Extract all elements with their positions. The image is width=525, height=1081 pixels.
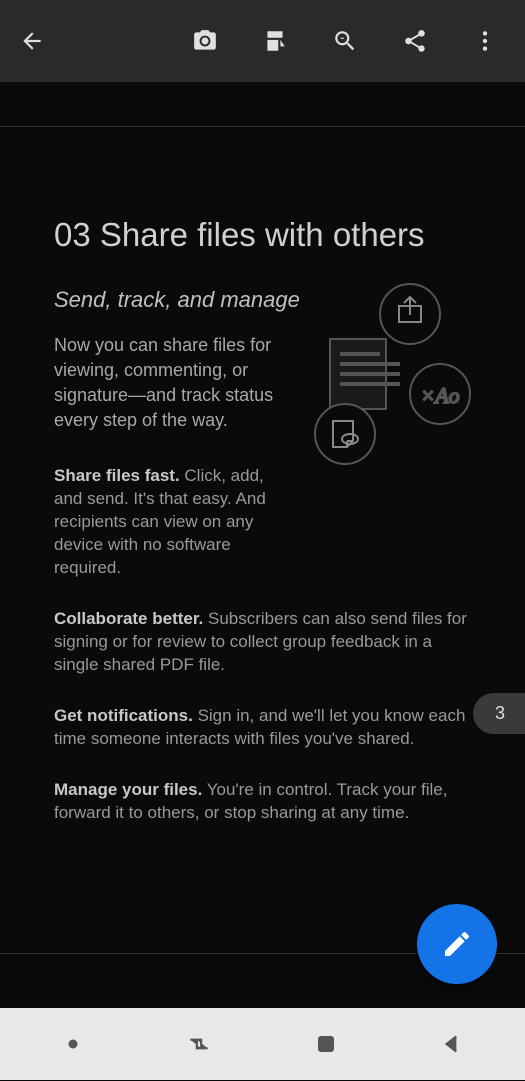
- dot-icon: [68, 1039, 78, 1049]
- search-button[interactable]: [331, 27, 359, 55]
- home-icon: [314, 1032, 338, 1056]
- paragraph-notifications: Get notifications. Sign in, and we'll le…: [54, 705, 471, 751]
- svg-text:×Ao: ×Ao: [420, 383, 459, 408]
- nav-home-button[interactable]: [306, 1024, 346, 1064]
- share-icon: [402, 28, 428, 54]
- paragraph-share-fast: Share files fast. Click, add, and send. …: [54, 465, 284, 580]
- more-options-button[interactable]: [471, 27, 499, 55]
- page-view-button[interactable]: [261, 27, 289, 55]
- pencil-icon: [441, 928, 473, 960]
- back-arrow-icon: [19, 28, 45, 54]
- more-vertical-icon: [472, 28, 498, 54]
- section-title-text: Share files with others: [100, 216, 425, 253]
- nav-recents-button[interactable]: [179, 1024, 219, 1064]
- app-toolbar: [0, 0, 525, 82]
- edit-fab-button[interactable]: [417, 904, 497, 984]
- system-nav-bar: [0, 1008, 525, 1080]
- paragraph-collaborate: Collaborate better. Subscribers can also…: [54, 608, 471, 677]
- section-title: 03 Share files with others: [54, 215, 471, 255]
- back-icon: [439, 1031, 465, 1057]
- page-view-icon: [262, 28, 288, 54]
- back-button[interactable]: [18, 27, 46, 55]
- page-number-badge[interactable]: 3: [473, 693, 525, 734]
- camera-icon: [192, 28, 218, 54]
- nav-back-button[interactable]: [432, 1024, 472, 1064]
- recents-icon: [186, 1031, 212, 1057]
- section-share-files: 03 Share files with others Send, track, …: [0, 127, 525, 953]
- section-intro: Now you can share files for viewing, com…: [54, 333, 284, 434]
- section-number: 03: [54, 216, 91, 253]
- share-button[interactable]: [401, 27, 429, 55]
- share-illustration: ×Ao: [295, 279, 475, 469]
- camera-button[interactable]: [191, 27, 219, 55]
- paragraph-manage: Manage your files. You're in control. Tr…: [54, 779, 471, 825]
- nav-assistant-button[interactable]: [53, 1024, 93, 1064]
- search-icon: [332, 28, 358, 54]
